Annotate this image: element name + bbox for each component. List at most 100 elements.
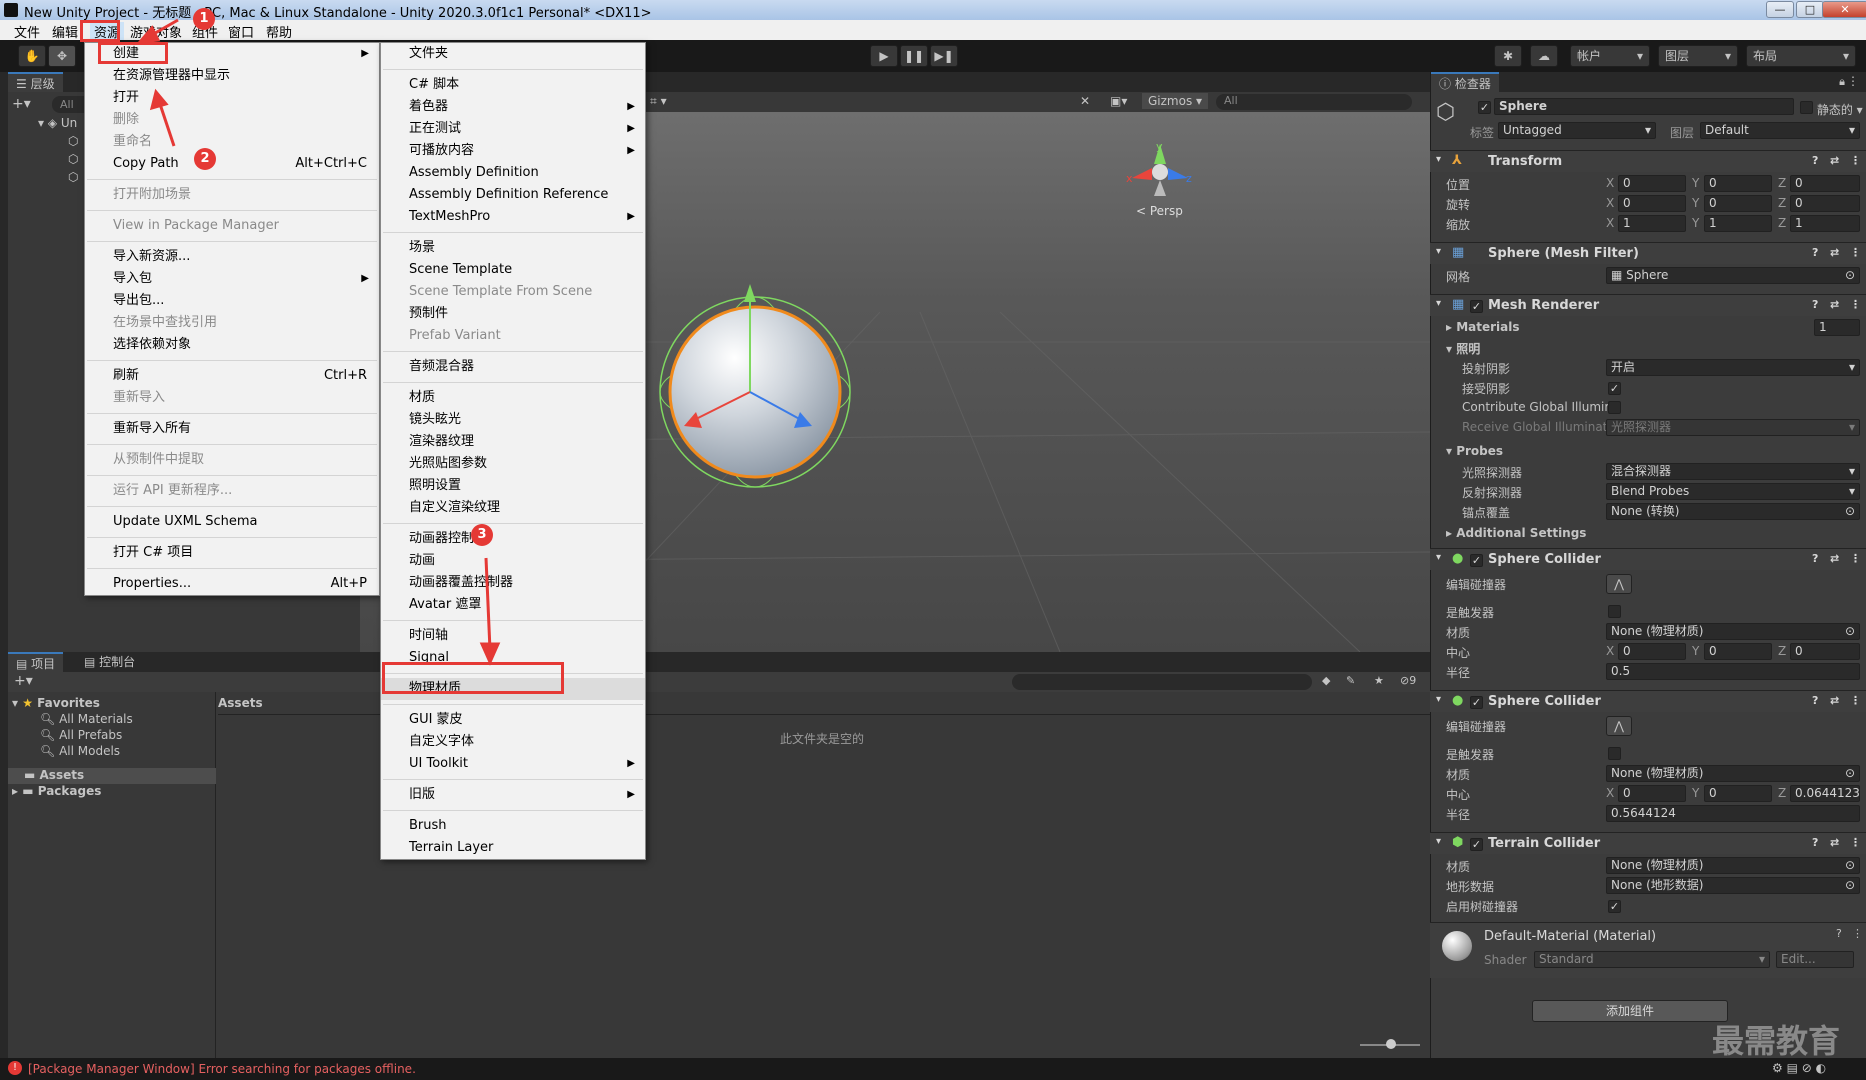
pause-button[interactable]: ❚❚ [900, 45, 928, 67]
move-tool-icon[interactable]: ✥ [48, 45, 76, 67]
collider-material-field[interactable]: None (物理材质) ⊙ [1606, 623, 1860, 640]
assets-menu-item[interactable]: 重新导入所有 [85, 418, 379, 440]
collider-material-field[interactable]: None (物理材质) ⊙ [1606, 765, 1860, 782]
gizmos-dropdown[interactable]: Gizmos ▾ [1142, 93, 1209, 109]
menu-edit[interactable]: 编辑 [52, 22, 78, 41]
additional-settings-row[interactable]: ▸ Additional Settings [1440, 524, 1866, 544]
contribute-gi-checkbox[interactable] [1608, 401, 1621, 417]
create-menu-item[interactable]: 材质 [381, 387, 645, 409]
terrain-data-field[interactable]: None (地形数据) ⊙ [1606, 877, 1860, 894]
scene-root-item[interactable]: ▾ ◈ Un [38, 116, 77, 130]
persp-label[interactable]: < Persp [1136, 204, 1183, 218]
scene-search-input[interactable]: All [1216, 94, 1412, 110]
help-icon[interactable]: ? [1812, 552, 1818, 565]
assets-menu-item[interactable]: 删除 [85, 109, 379, 131]
object-name-field[interactable]: Sphere [1494, 98, 1794, 115]
help-icon[interactable]: ? [1812, 154, 1818, 167]
edit-collider-button[interactable]: ⋀ [1606, 716, 1632, 736]
assets-menu-item[interactable]: 在场景中查找引用 [85, 312, 379, 334]
assets-menu-item[interactable]: 打开附加场景 [85, 184, 379, 206]
star-icon[interactable]: ★ [1374, 674, 1384, 687]
receive-gi-dropdown[interactable]: 光照探测器 ▾ [1606, 419, 1860, 436]
help-icon[interactable]: ? [1836, 927, 1842, 940]
layer-dropdown[interactable]: Default ▾ [1700, 122, 1860, 139]
create-menu-item[interactable]: 文件夹 [381, 43, 645, 65]
assets-menu-item[interactable]: 导出包... [85, 290, 379, 312]
account-dropdown[interactable]: 帐户 ▾ [1570, 45, 1650, 67]
sphere-collider-2-toggle[interactable]: ✓ [1470, 695, 1483, 710]
help-icon[interactable]: ? [1812, 694, 1818, 707]
breadcrumb[interactable]: Assets [218, 696, 263, 710]
sphere-collider-2-header[interactable]: ▾ ● ✓ Sphere Collider ? ⇄ ⋮ [1430, 690, 1866, 712]
probes-row[interactable]: ▾ Probes [1440, 442, 1866, 462]
assets-menu-item[interactable]: 导入包 ▶ [85, 268, 379, 290]
mesh-renderer-toggle[interactable]: ✓ [1470, 299, 1483, 314]
create-menu-item[interactable]: Scene Template From Scene [381, 281, 645, 303]
menu-icon[interactable]: ⋮ [1850, 694, 1861, 707]
assets-menu-item[interactable]: 运行 API 更新程序... [85, 480, 379, 502]
menu-icon[interactable]: ⋮ [1850, 298, 1861, 311]
create-menu-item[interactable]: 自定义渲染纹理 [381, 497, 645, 519]
tools-icon[interactable]: ✕ [1080, 94, 1090, 108]
assets-menu-item[interactable]: View in Package Manager [85, 215, 379, 237]
assets-menu-item[interactable]: 导入新资源... [85, 246, 379, 268]
maximize-button[interactable]: □ [1796, 1, 1824, 18]
tab-hierarchy[interactable]: ☰ 层级 [8, 72, 63, 92]
assets-menu-item[interactable]: 打开 C# 项目 [85, 542, 379, 564]
create-menu-item[interactable]: 正在测试 ▶ [381, 118, 645, 140]
preset-icon[interactable]: ⇄ [1830, 154, 1839, 167]
is-trigger-checkbox[interactable] [1608, 747, 1621, 763]
edit-collider-button[interactable]: ⋀ [1606, 574, 1632, 594]
assets-menu-item[interactable]: 选择依赖对象 [85, 334, 379, 356]
layout-dropdown[interactable]: 布局 ▾ [1746, 45, 1856, 67]
tree-colliders-checkbox[interactable]: ✓ [1608, 899, 1621, 913]
menu-help[interactable]: 帮助 [266, 22, 292, 41]
is-trigger-checkbox[interactable] [1608, 605, 1621, 621]
gameobject-icon[interactable]: ⬡ [68, 170, 78, 184]
preset-icon[interactable]: ⇄ [1830, 836, 1839, 849]
filter-type-icon[interactable]: ◆ [1322, 674, 1330, 687]
add-asset-icon[interactable]: +▾ [14, 673, 33, 689]
zoom-slider-handle[interactable] [1386, 1039, 1396, 1049]
preset-icon[interactable]: ⇄ [1830, 298, 1839, 311]
create-menu-item[interactable]: 照明设置 [381, 475, 645, 497]
create-menu-item[interactable]: 场景 [381, 237, 645, 259]
mesh-field[interactable]: ▦ Sphere ⊙ [1606, 267, 1860, 284]
add-icon[interactable]: +▾ [12, 96, 31, 112]
assets-menu-item[interactable]: Properties... Alt+P [85, 573, 379, 595]
create-menu-item[interactable]: 音频混合器 [381, 356, 645, 378]
create-menu-item[interactable]: 动画 [381, 550, 645, 572]
fav-all-materials[interactable]: 🔍︎ All Materials [40, 712, 133, 726]
hidden-packages-icon[interactable]: ⊘9 [1400, 674, 1416, 687]
transform-header[interactable]: ▾ ⅄ Transform ? ⇄ ⋮ [1430, 150, 1866, 172]
shader-dropdown[interactable]: Standard ▾ [1534, 951, 1770, 968]
materials-row[interactable]: ▸ Materials 1 [1440, 318, 1866, 338]
sphere-collider-1-header[interactable]: ▾ ● ✓ Sphere Collider ? ⇄ ⋮ [1430, 548, 1866, 570]
layers-dropdown[interactable]: 图层 ▾ [1658, 45, 1738, 67]
assets-menu-item[interactable]: 打开 [85, 87, 379, 109]
menu-icon[interactable]: ⋮ [1850, 836, 1861, 849]
packages-folder[interactable]: ▸ ▬ Packages [12, 784, 101, 798]
gameobject-icon[interactable]: ⬡ [68, 134, 78, 148]
label-icon[interactable]: ✎ [1346, 674, 1355, 687]
hand-tool-icon[interactable]: ✋ [18, 45, 46, 67]
status-tray-icons[interactable]: ⚙ ▤ ⊘ ◐ [1772, 1061, 1826, 1075]
create-menu-item[interactable]: C# 脚本 [381, 74, 645, 96]
tab-inspector[interactable]: ⓘ 检查器 [1431, 72, 1499, 92]
help-icon[interactable]: ? [1812, 836, 1818, 849]
create-menu-item[interactable]: 动画器覆盖控制器 [381, 572, 645, 594]
lock-icon[interactable]: 🔒︎ [1839, 75, 1845, 89]
assets-menu-item[interactable]: 刷新 Ctrl+R [85, 365, 379, 387]
add-component-button[interactable]: 添加组件 [1532, 1000, 1728, 1022]
menu-icon[interactable]: ⋮ [1850, 154, 1861, 167]
shader-edit-button[interactable]: Edit... [1776, 951, 1854, 968]
mesh-filter-header[interactable]: ▾ ▦ Sphere (Mesh Filter) ? ⇄ ⋮ [1430, 242, 1866, 264]
help-icon[interactable]: ? [1812, 298, 1818, 311]
create-menu-item[interactable]: Brush [381, 815, 645, 837]
assets-menu-item[interactable]: Update UXML Schema [85, 511, 379, 533]
lighting-row[interactable]: ▾ 照明 [1440, 338, 1866, 358]
camera-icon[interactable]: ▣▾ [1110, 94, 1127, 108]
menu-icon[interactable]: ⋮ [1850, 552, 1861, 565]
menu-icon[interactable]: ⋮ [1850, 246, 1861, 259]
light-probes-dropdown[interactable]: 混合探测器 ▾ [1606, 463, 1860, 480]
